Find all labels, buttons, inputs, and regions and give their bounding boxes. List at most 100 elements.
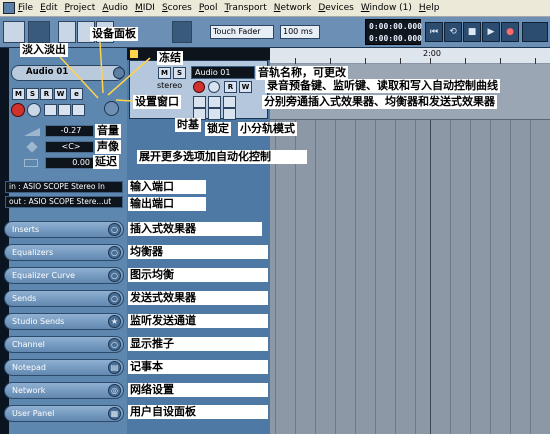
inspector-track-name-bar[interactable]: Audio 01: [11, 65, 125, 81]
bypass-icon[interactable]: ○: [108, 223, 121, 236]
annotation-record-keys: 录音预备键、监听键、读取和写入自动控制曲线: [265, 79, 500, 93]
section-sends-label: Sends: [12, 294, 37, 303]
channel-type-label: stereo: [157, 81, 183, 90]
track-record-button[interactable]: [193, 81, 205, 93]
annotation-timebase: 时基: [175, 118, 201, 132]
section-equalizers[interactable]: Equalizers ○: [4, 244, 124, 261]
menu-edit[interactable]: Edit: [40, 3, 57, 13]
stop-button[interactable]: ■: [463, 22, 481, 42]
read-button[interactable]: R: [40, 88, 53, 100]
annotation-volume: 音量: [95, 124, 121, 138]
section-network[interactable]: Network ◎: [4, 382, 124, 399]
bypass-icon[interactable]: ○: [108, 269, 121, 282]
track-send-bypass-button[interactable]: [223, 96, 236, 108]
star-icon[interactable]: ★: [108, 315, 121, 328]
delay-field[interactable]: 0.00: [45, 157, 94, 169]
inspector-track-name: Audio 01: [26, 67, 69, 77]
menu-window[interactable]: Window (1): [361, 3, 412, 13]
menu-audio[interactable]: Audio: [102, 3, 128, 13]
annotation-pan: 声像: [95, 140, 121, 154]
annotation-lane-mode: 小分轨模式: [238, 122, 297, 136]
mute-button[interactable]: M: [12, 88, 25, 100]
edit-channel-button[interactable]: e: [70, 88, 83, 100]
settings-window-button[interactable]: [104, 101, 119, 116]
menu-midi[interactable]: MIDI: [135, 3, 155, 13]
constrain-delay-button[interactable]: [28, 21, 50, 43]
menu-transport[interactable]: Transport: [224, 3, 266, 13]
track-name-edit-icon[interactable]: [113, 67, 125, 79]
annotation-user-panel: 用户自设面板: [128, 405, 268, 419]
bypass-icon[interactable]: ○: [108, 292, 121, 305]
section-inserts-label: Inserts: [12, 225, 40, 234]
section-equalizer-curve[interactable]: Equalizer Curve ○: [4, 267, 124, 284]
section-equalizer-curve-label: Equalizer Curve: [12, 271, 76, 280]
cycle-button[interactable]: ⟲: [444, 22, 462, 42]
inspector-toggle-button[interactable]: [3, 21, 25, 43]
menu-pool[interactable]: Pool: [199, 3, 218, 13]
menu-scores[interactable]: Scores: [162, 3, 192, 13]
inspector-strip: [0, 48, 9, 434]
section-inserts[interactable]: Inserts ○: [4, 221, 124, 238]
section-notepad[interactable]: Notepad ▤: [4, 359, 124, 376]
track-insert-bypass-button[interactable]: [193, 96, 206, 108]
app-icon[interactable]: [3, 2, 15, 14]
track-list-header: [127, 48, 270, 60]
menu-devices[interactable]: Devices: [318, 3, 353, 13]
ruler-marker: 2:00: [423, 49, 441, 58]
send-bypass-button[interactable]: [72, 104, 85, 116]
notepad-icon[interactable]: ▤: [108, 361, 121, 374]
menu-network[interactable]: Network: [274, 3, 312, 13]
project-event-area[interactable]: [270, 64, 550, 434]
record-button[interactable]: ●: [501, 22, 519, 42]
track-monitor-button[interactable]: [208, 81, 220, 93]
rewind-to-start-button[interactable]: ⏮: [425, 22, 443, 42]
volume-field[interactable]: -0.27: [45, 125, 94, 137]
menu-help[interactable]: Help: [419, 3, 440, 13]
track-solo-button[interactable]: S: [173, 67, 186, 79]
play-button[interactable]: ▶: [482, 22, 500, 42]
track-mute-button[interactable]: M: [158, 67, 171, 79]
section-studio-sends-label: Studio Sends: [12, 317, 65, 326]
timeline-ruler[interactable]: 2:00: [270, 48, 550, 64]
track-list-menu-icon[interactable]: [130, 50, 138, 58]
record-enable-button[interactable]: [11, 103, 25, 117]
section-user-panel[interactable]: User Panel ▦: [4, 405, 124, 422]
autom-mode-select[interactable]: Touch Fader: [210, 25, 274, 39]
section-channel-label: Channel: [12, 340, 45, 349]
section-studio-sends[interactable]: Studio Sends ★: [4, 313, 124, 330]
panel-icon[interactable]: ▦: [108, 407, 121, 420]
annotation-network: 网络设置: [128, 383, 268, 397]
eq-bypass-button[interactable]: [58, 104, 71, 116]
track-name-field[interactable]: Audio 01: [191, 66, 255, 79]
bypass-icon[interactable]: ○: [108, 338, 121, 351]
annotation-freeze: 冻结: [157, 51, 183, 65]
write-button[interactable]: W: [54, 88, 67, 100]
annotation-settings-window: 设置窗口: [133, 95, 181, 109]
annotation-track-name: 音轨名称，可更改: [256, 66, 348, 80]
lock-button[interactable]: [208, 108, 221, 120]
toolbar: Touch Fader 100 ms 0:00:00.000 0:00:00.0…: [0, 17, 550, 48]
menu-file[interactable]: File: [18, 3, 33, 13]
network-icon[interactable]: ◎: [108, 384, 121, 397]
menu-project[interactable]: Project: [65, 3, 96, 13]
insert-bypass-button[interactable]: [44, 104, 57, 116]
monitor-button[interactable]: [27, 103, 41, 117]
input-routing-select[interactable]: in : ASIO SCOPE Stereo In: [5, 181, 123, 193]
snap-button[interactable]: [172, 21, 192, 43]
track-read-button[interactable]: R: [224, 81, 237, 93]
section-channel[interactable]: Channel ○: [4, 336, 124, 353]
annotation-eq-curve: 图示均衡: [128, 268, 268, 282]
bypass-icon[interactable]: ○: [108, 246, 121, 259]
track-eq-bypass-button[interactable]: [208, 96, 221, 108]
preroll-select[interactable]: 100 ms: [280, 25, 320, 39]
show-inspector-button[interactable]: [58, 21, 76, 43]
secondary-time: 0:00:00.000: [369, 34, 422, 43]
section-user-panel-label: User Panel: [12, 409, 55, 418]
metronome-button[interactable]: [522, 22, 548, 42]
solo-button[interactable]: S: [26, 88, 39, 100]
lane-mode-button[interactable]: [223, 108, 236, 120]
track-write-button[interactable]: W: [239, 81, 252, 93]
section-sends[interactable]: Sends ○: [4, 290, 124, 307]
pan-field[interactable]: <C>: [45, 141, 94, 153]
output-routing-select[interactable]: out : ASIO SCOPE Stere...ut: [5, 196, 123, 208]
